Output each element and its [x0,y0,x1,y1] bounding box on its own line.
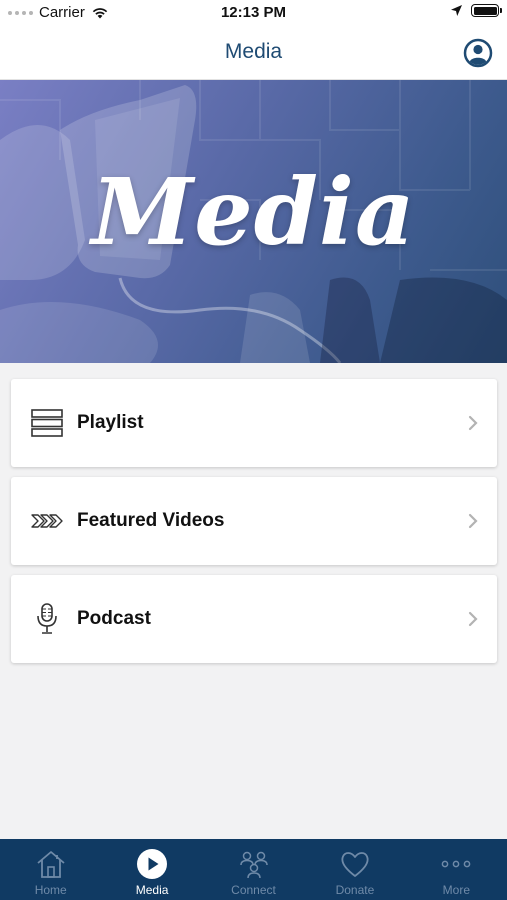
location-arrow-icon [451,5,462,16]
tab-media[interactable]: Media [101,839,202,900]
playlist-label: Playlist [77,412,144,433]
tab-home[interactable]: Home [0,839,101,900]
ellipsis-icon [440,848,472,880]
tab-more-label: More [442,883,470,897]
featured-videos-item[interactable]: Featured Videos [11,477,497,565]
tab-bar: Home Media Connect Donate More [0,839,507,900]
tab-donate[interactable]: Donate [304,839,405,900]
playlist-item[interactable]: Playlist [11,379,497,467]
chevron-right-icon [468,611,478,627]
tab-more[interactable]: More [406,839,507,900]
tab-home-label: Home [34,883,67,897]
battery-icon [471,4,502,17]
person-circle-icon [463,38,493,68]
status-time: 12:13 PM [220,4,287,21]
profile-button[interactable] [463,38,493,68]
featured-videos-label: Featured Videos [77,510,225,531]
microphone-icon [31,603,63,635]
list-icon [31,407,63,439]
tab-connect[interactable]: Connect [203,839,304,900]
heart-icon [339,848,371,880]
podcast-item[interactable]: Podcast [11,575,497,663]
hero-banner: Media [0,80,507,363]
nav-bar: Media [0,28,507,80]
people-icon [238,848,270,880]
tab-media-label: Media [135,883,169,897]
podcast-label: Podcast [77,608,151,629]
chevron-right-icon [468,415,478,431]
status-bar: Carrier 12:13 PM [0,0,507,28]
play-circle-icon [136,848,168,880]
page-title: Media [224,40,283,63]
chevrons-right-icon [31,505,63,537]
hero-title: Media [91,158,416,266]
tab-connect-label: Connect [231,883,276,897]
tab-donate-label: Donate [335,883,375,897]
chevron-right-icon [468,513,478,529]
house-icon [35,848,67,880]
status-right [450,4,502,17]
